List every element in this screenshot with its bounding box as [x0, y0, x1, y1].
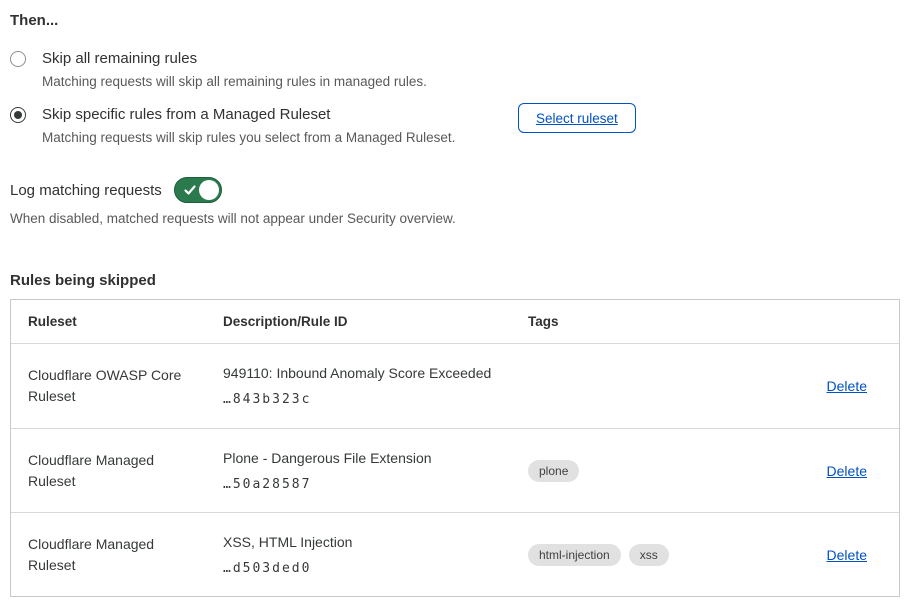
table-header-row: Ruleset Description/Rule ID Tags	[11, 300, 899, 344]
check-icon	[183, 183, 197, 197]
option-label[interactable]: Skip specific rules from a Managed Rules…	[42, 106, 455, 124]
ruleset-name: Cloudflare OWASP Core Ruleset	[28, 365, 196, 407]
rule-description-cell: Plone - Dangerous File Extension …50a285…	[223, 450, 528, 492]
skipped-rules-table: Ruleset Description/Rule ID Tags Cloudfl…	[10, 299, 900, 597]
rule-description-cell: XSS, HTML Injection …d503ded0	[223, 534, 528, 576]
table-row: Cloudflare OWASP Core Ruleset 949110: In…	[11, 344, 899, 428]
option-text: Skip all remaining rules Matching reques…	[42, 50, 427, 90]
tag-pill: html-injection	[528, 544, 621, 566]
rule-id: …50a28587	[223, 477, 528, 492]
then-heading: Then...	[10, 12, 900, 29]
waf-rule-action-panel: Then... Skip all remaining rules Matchin…	[0, 0, 911, 597]
delete-link[interactable]: Delete	[827, 547, 867, 563]
rule-id: …843b323c	[223, 392, 528, 407]
ruleset-name: Cloudflare Managed Ruleset	[28, 534, 196, 576]
delete-link[interactable]: Delete	[827, 378, 867, 394]
toggle-knob	[199, 180, 219, 200]
table-row: Cloudflare Managed Ruleset XSS, HTML Inj…	[11, 512, 899, 596]
log-toggle-description: When disabled, matched requests will not…	[10, 211, 900, 227]
log-toggle-label: Log matching requests	[10, 182, 162, 199]
action-options: Skip all remaining rules Matching reques…	[10, 50, 900, 146]
option-description: Matching requests will skip all remainin…	[42, 74, 427, 90]
tag-pill: plone	[528, 460, 579, 482]
radio-skip-specific-rules[interactable]	[10, 107, 26, 123]
rule-description: Plone - Dangerous File Extension	[223, 450, 528, 467]
column-header-ruleset: Ruleset	[28, 314, 223, 329]
rule-id: …d503ded0	[223, 561, 528, 576]
rule-description: 949110: Inbound Anomaly Score Exceeded	[223, 365, 528, 382]
rules-being-skipped-heading: Rules being skipped	[10, 272, 900, 289]
ruleset-name: Cloudflare Managed Ruleset	[28, 450, 196, 492]
select-ruleset-button[interactable]: Select ruleset	[518, 103, 636, 133]
tag-pill: xss	[629, 544, 669, 566]
option-text: Skip specific rules from a Managed Rules…	[42, 106, 455, 146]
option-label[interactable]: Skip all remaining rules	[42, 50, 427, 68]
rule-tags: plone	[528, 460, 827, 482]
option-skip-all-rules: Skip all remaining rules Matching reques…	[10, 50, 900, 90]
rule-description: XSS, HTML Injection	[223, 534, 528, 551]
column-header-description: Description/Rule ID	[223, 314, 528, 329]
radio-skip-all-rules[interactable]	[10, 51, 26, 67]
table-row: Cloudflare Managed Ruleset Plone - Dange…	[11, 428, 899, 512]
column-header-tags: Tags	[528, 314, 867, 329]
log-matching-requests-row: Log matching requests	[10, 177, 900, 203]
log-toggle[interactable]	[174, 177, 222, 203]
option-skip-specific-rules: Skip specific rules from a Managed Rules…	[10, 106, 900, 146]
rule-tags: html-injection xss	[528, 544, 827, 566]
rule-description-cell: 949110: Inbound Anomaly Score Exceeded ……	[223, 365, 528, 407]
delete-link[interactable]: Delete	[827, 463, 867, 479]
option-description: Matching requests will skip rules you se…	[42, 130, 455, 146]
